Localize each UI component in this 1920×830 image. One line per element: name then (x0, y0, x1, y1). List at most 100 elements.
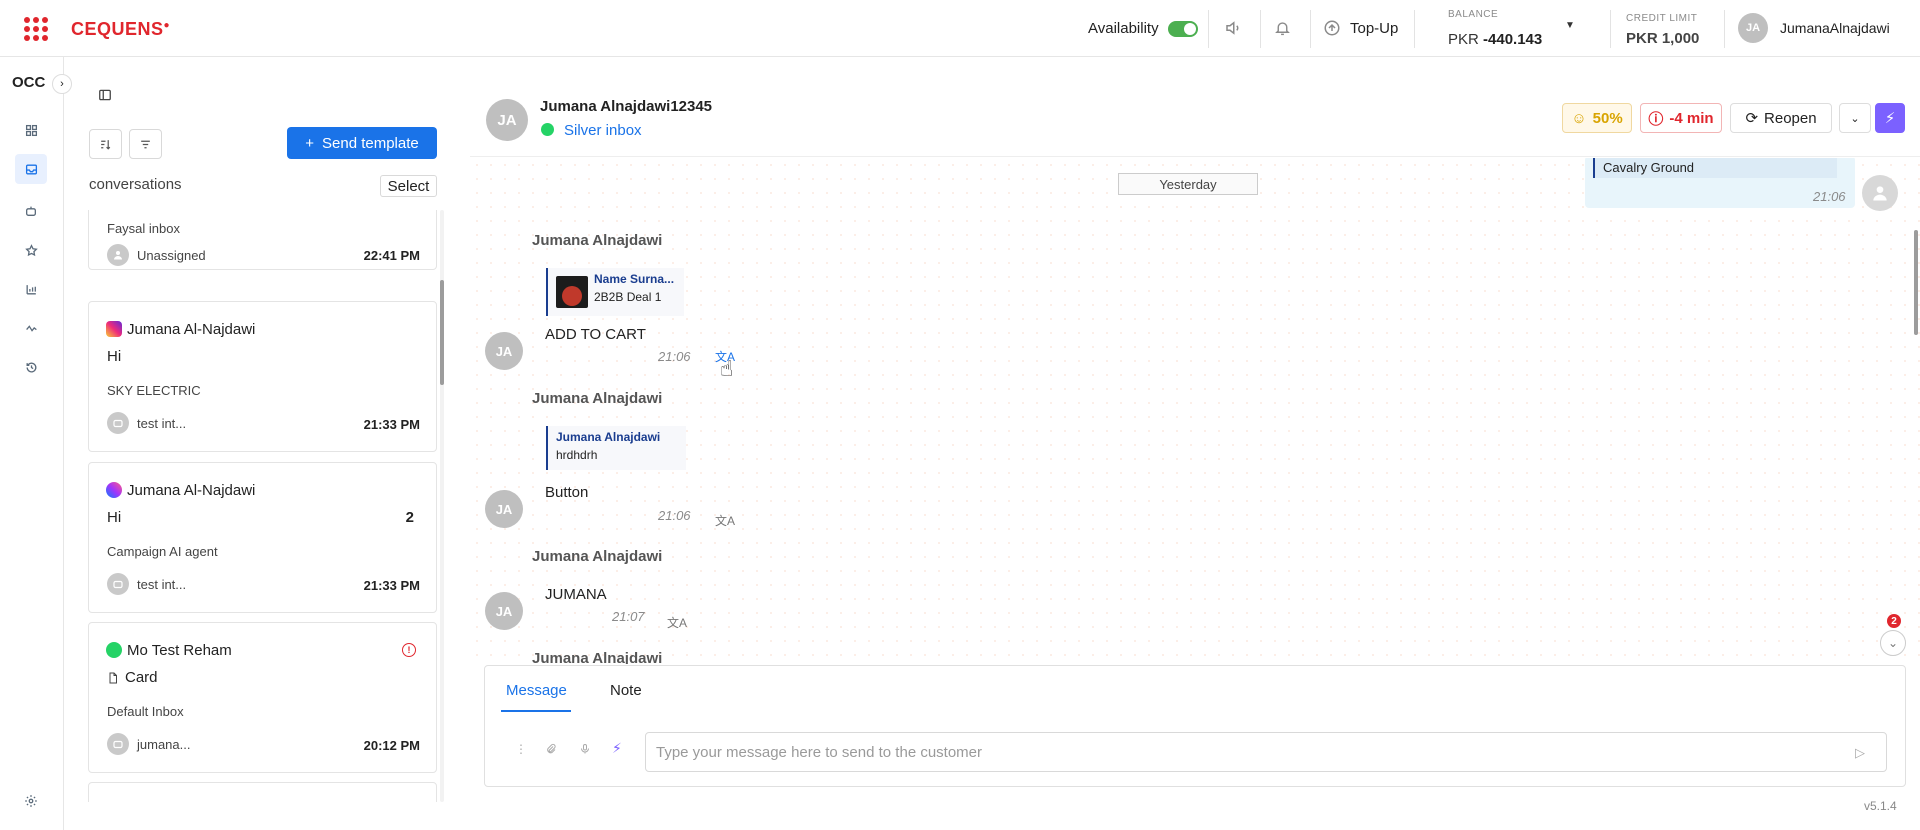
alert-icon: ! (402, 643, 416, 657)
history-icon[interactable] (20, 356, 42, 378)
brand-logo: CEQUENS● (71, 19, 171, 39)
smile-icon: ☺ (1571, 109, 1587, 127)
balance-dropdown-icon[interactable]: ▼ (1565, 20, 1575, 31)
contact-avatar[interactable]: JA (486, 99, 528, 141)
bot-icon[interactable] (20, 200, 42, 222)
contact-avatar: JA (485, 592, 523, 630)
inbox-name[interactable]: Silver inbox (564, 122, 642, 139)
credit-value: PKR 1,000 (1626, 30, 1700, 47)
message-text: JUMANA (545, 586, 607, 603)
gear-icon[interactable] (20, 790, 42, 812)
card-inbox: Campaign AI agent (107, 544, 218, 559)
card-inbox: Faysal inbox (107, 221, 180, 236)
card-agent: jumana... (107, 733, 190, 755)
inbox-icon[interactable] (15, 154, 47, 184)
dashboard-icon[interactable] (20, 119, 42, 141)
conversation-card[interactable]: Jumana Al-Najdawi Hi SKY ELECTRIC test i… (88, 301, 437, 452)
refresh-icon: ⟳ (1745, 110, 1759, 127)
divider (1208, 10, 1209, 48)
translate-icon[interactable]: 文A (715, 512, 735, 529)
divider (1310, 10, 1311, 48)
left-rail: OCC › (0, 57, 72, 830)
lightning-icon[interactable]: ⚡ (1875, 103, 1905, 133)
apps-grid-icon[interactable] (24, 17, 48, 41)
messenger-icon (106, 482, 122, 498)
topup-button[interactable]: Top-Up (1350, 20, 1398, 37)
quoted-message[interactable]: Jumana Alnajdawi hrdhdrh (546, 426, 686, 470)
microphone-icon[interactable] (579, 742, 591, 759)
select-button[interactable]: Select (380, 175, 437, 197)
workspace-label: OCC (12, 74, 46, 91)
sidebar-toggle-icon[interactable] (98, 88, 112, 105)
outgoing-message: Cavalry Ground 21:06 (1585, 158, 1855, 208)
top-bar: CEQUENS● Availability Top-Up BALANCE PKR… (0, 0, 1920, 57)
credit-caption: CREDIT LIMIT (1626, 13, 1698, 24)
tab-active-indicator (501, 710, 571, 712)
card-inbox: SKY ELECTRIC (107, 383, 201, 398)
filter-button[interactable] (129, 129, 162, 159)
chat-scrollbar-thumb[interactable] (1914, 230, 1918, 335)
paperclip-icon[interactable] (545, 742, 557, 759)
quoted-product[interactable]: Name Surna... 2B2B Deal 1 (546, 268, 684, 316)
translate-icon[interactable]: 文A (667, 614, 687, 631)
plus-icon: + (305, 134, 315, 152)
conversation-card[interactable]: Mo Test Reham ! Card Default Inbox juman… (88, 622, 437, 773)
unread-count: 2 (405, 509, 414, 526)
more-icon[interactable]: ⋮ (515, 742, 527, 756)
balance-caption: BALANCE (1448, 9, 1499, 20)
divider (1260, 10, 1261, 48)
divider (1414, 10, 1415, 48)
divider (1724, 10, 1725, 48)
card-last-message: Hi (107, 509, 122, 526)
conversation-card[interactable]: Faysal inbox Unassigned 22:41 PM (88, 210, 437, 270)
contact-name[interactable]: Jumana Alnajdawi12345 (540, 98, 712, 115)
card-time: 21:33 PM (363, 578, 420, 593)
expand-rail-icon[interactable]: › (52, 74, 72, 94)
conversation-card[interactable]: Jumana Al-Najdawi Hi 2 Campaign AI agent… (88, 462, 437, 613)
message-sender: Jumana Alnajdawi (532, 390, 663, 407)
card-agent: test int... (107, 573, 186, 595)
user-avatar[interactable]: JA (1738, 13, 1768, 43)
chat-area: Cavalry Ground 21:06 Yesterday Jumana Al… (470, 158, 1920, 664)
send-icon[interactable]: ▷ (1855, 745, 1865, 761)
reopen-dropdown-button[interactable]: ⌄ (1839, 103, 1871, 133)
whatsapp-icon (541, 123, 554, 136)
card-time: 21:33 PM (363, 417, 420, 432)
conversation-card[interactable] (88, 782, 437, 802)
bell-icon[interactable] (1274, 19, 1291, 42)
message-sender: Jumana Alnajdawi (532, 232, 663, 249)
chart-icon[interactable] (20, 278, 42, 300)
document-icon (109, 672, 117, 683)
message-time: 21:07 (612, 609, 645, 624)
user-icon (107, 244, 129, 266)
card-time: 20:12 PM (363, 738, 420, 753)
topup-icon[interactable] (1323, 19, 1341, 42)
tab-message[interactable]: Message (506, 682, 567, 699)
hand-cursor-icon: ☝ (720, 356, 734, 381)
conversation-scrollbar-thumb[interactable] (440, 280, 444, 385)
scroll-down-button[interactable]: ⌄ (1880, 630, 1906, 656)
sort-button[interactable] (89, 129, 122, 159)
message-input[interactable] (645, 732, 1887, 772)
divider (1610, 10, 1611, 48)
conversations-title: conversations (89, 176, 182, 193)
product-thumbnail (556, 276, 588, 308)
tab-note[interactable]: Note (610, 682, 642, 699)
conversation-list: Faysal inbox Unassigned 22:41 PM Jumana … (88, 210, 438, 802)
message-text: ADD TO CART (545, 326, 646, 343)
card-agent: test int... (107, 412, 186, 434)
availability-toggle[interactable] (1168, 21, 1198, 37)
activity-icon[interactable] (20, 317, 42, 339)
reopen-button[interactable]: ⟳ Reopen (1730, 103, 1832, 133)
card-contact-name: Jumana Al-Najdawi (127, 321, 256, 338)
send-template-button[interactable]: + Send template (287, 127, 437, 159)
user-name[interactable]: JumanaAlnajdawi (1780, 20, 1890, 36)
alert-icon: ⓘ (1648, 110, 1664, 128)
lightning-icon[interactable]: ⚡ (612, 740, 622, 757)
agent-avatar-icon (1862, 175, 1898, 211)
chat-header: JA Jumana Alnajdawi12345 Silver inbox ☺ … (470, 87, 1920, 157)
csat-score-badge: ☺ 50% (1562, 103, 1632, 133)
bot-icon (107, 733, 129, 755)
star-icon[interactable] (20, 239, 42, 261)
speaker-icon[interactable] (1224, 19, 1242, 42)
